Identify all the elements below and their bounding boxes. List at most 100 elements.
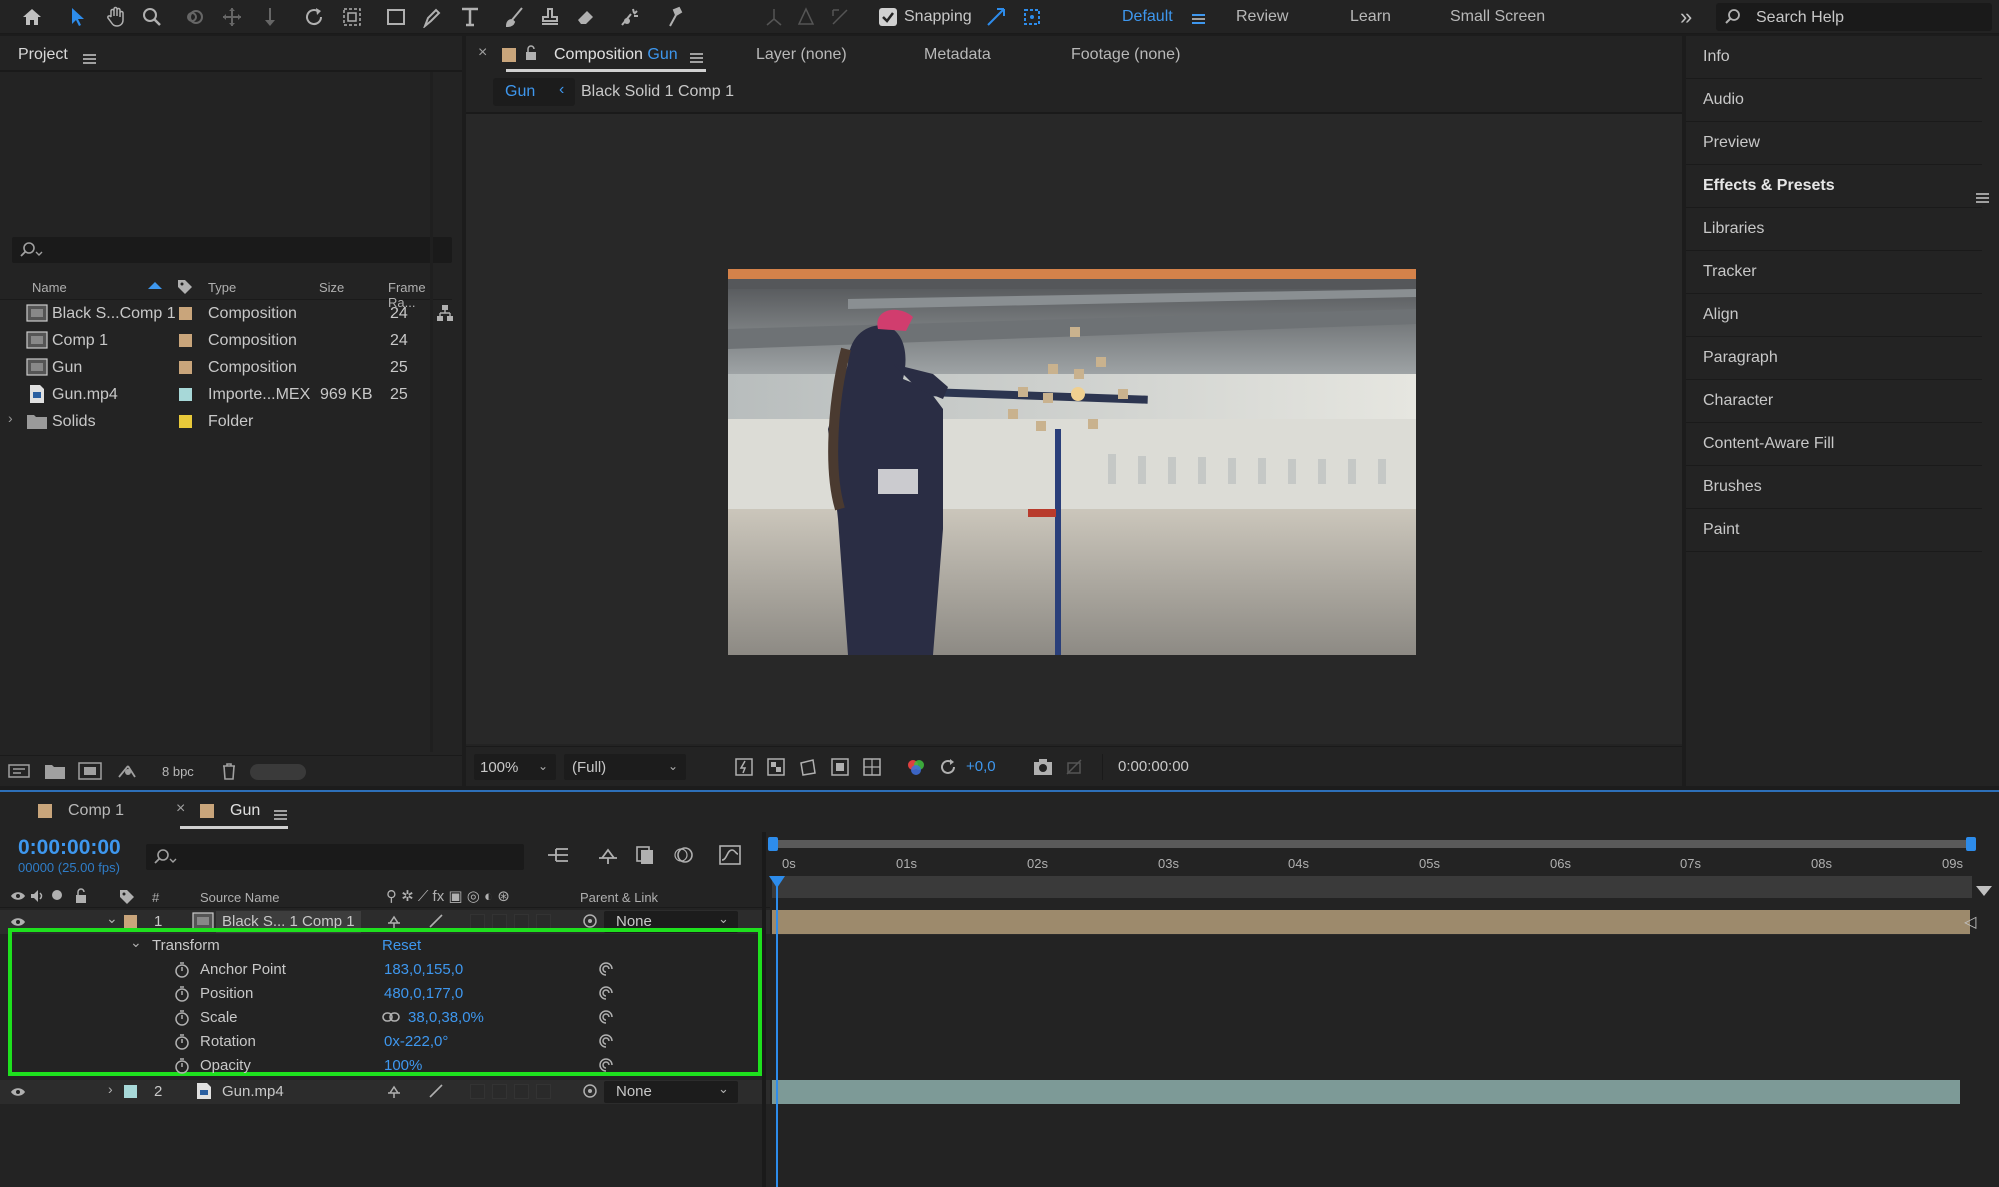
workspace-default[interactable]: Default [1122,8,1173,26]
label-tag-icon[interactable] [118,888,136,906]
property-row[interactable]: Scale 38,0,38,0% [0,1006,770,1030]
position-value[interactable]: 480,0,177,0 [384,985,463,1002]
quality-switch-icon[interactable] [428,913,444,929]
snapping-checkbox[interactable] [879,8,897,26]
rotate-tool-icon[interactable] [300,3,328,31]
timeline-menu-icon[interactable] [274,807,287,825]
tab-metadata[interactable]: Metadata [924,46,991,64]
pick-whip-icon[interactable] [598,985,614,1001]
puppet-tool-icon[interactable] [662,3,690,31]
selection-tool-icon[interactable] [64,3,92,31]
time-navigator[interactable] [772,876,1972,898]
snapshot-camera-icon[interactable] [1032,757,1054,777]
label-swatch[interactable] [124,1085,137,1102]
stopwatch-icon[interactable] [174,961,190,979]
new-composition-icon[interactable] [78,762,102,780]
delete-trash-icon[interactable] [220,762,238,780]
panel-paragraph[interactable]: Paragraph [1686,337,1982,380]
stopwatch-icon[interactable] [174,985,190,1003]
lock-icon[interactable] [524,45,538,61]
label-tag-icon[interactable] [176,278,194,296]
composition-canvas[interactable] [466,114,1682,744]
sort-ascending-icon[interactable] [148,282,162,289]
pick-whip-icon[interactable] [582,1083,598,1099]
property-row[interactable]: Position 480,0,177,0 [0,982,770,1006]
anchor-point-value[interactable]: 183,0,155,0 [384,961,463,978]
exposure-value[interactable]: +0,0 [966,758,996,775]
grid-guides-icon[interactable] [862,757,882,777]
camera-behind-tool-icon[interactable] [338,3,366,31]
label-swatch[interactable] [179,361,192,379]
dolly-tool-icon[interactable] [256,3,284,31]
label-swatch[interactable] [179,334,192,352]
lock-icon[interactable] [74,888,88,904]
transparency-grid-icon[interactable] [766,757,786,777]
property-row[interactable]: Anchor Point 183,0,155,0 [0,958,770,982]
project-item[interactable]: Gun.mp4 Importe...MEX 969 KB 25 [0,381,440,408]
panel-brushes[interactable]: Brushes [1686,466,1982,509]
magnification-dropdown[interactable]: 100% ⌄ [474,754,556,780]
brush-tool-icon[interactable] [500,3,528,31]
panel-paint[interactable]: Paint [1686,509,1982,552]
playhead-line[interactable] [776,878,778,1187]
close-tab-icon[interactable]: × [478,44,487,62]
breadcrumb-gun[interactable]: Gun ‹ [493,78,575,106]
view-axis-icon[interactable] [826,3,854,31]
snap-edges-icon[interactable] [982,3,1010,31]
property-row[interactable]: Rotation 0x-222,0° [0,1030,770,1054]
collapse-chevron-icon[interactable]: ⌄ [130,934,142,951]
axis-tool-icon[interactable] [760,3,788,31]
video-eye-icon[interactable] [10,915,26,929]
workspace-review[interactable]: Review [1236,8,1288,26]
home-icon[interactable] [18,3,46,31]
frame-blending-icon[interactable] [634,844,656,866]
layer-duration-bar[interactable] [772,910,1970,934]
expand-chevron-icon[interactable]: › [108,1081,113,1097]
rotation-value[interactable]: 0x-222,0° [384,1033,448,1050]
more-workspaces-icon[interactable]: » [1680,4,1692,30]
scale-value[interactable]: 38,0,38,0% [408,1009,484,1026]
parent-dropdown[interactable]: None ⌄ [604,1081,738,1103]
shy-layers-icon[interactable] [596,844,620,866]
panel-align[interactable]: Align [1686,294,1982,337]
resolution-dropdown[interactable]: (Full) ⌄ [564,754,686,780]
close-tab-icon[interactable]: × [176,800,185,818]
roto-brush-tool-icon[interactable] [616,3,644,31]
tab-comp-1[interactable]: Comp 1 [68,802,124,820]
opacity-value[interactable]: 100% [384,1057,422,1074]
interpret-footage-icon[interactable] [8,762,30,780]
workspace-menu-icon[interactable] [1192,11,1205,29]
adjust-settings-icon[interactable] [116,762,138,780]
panel-character[interactable]: Character [1686,380,1982,423]
stopwatch-icon[interactable] [174,1033,190,1051]
layer-end-marker-icon[interactable]: ◁ [1964,912,1976,932]
viewer-timecode[interactable]: 0:00:00:00 [1118,758,1189,775]
work-area-start-handle[interactable] [768,837,778,851]
workspace-learn[interactable]: Learn [1350,8,1391,26]
region-of-interest-icon[interactable] [830,757,850,777]
tab-footage[interactable]: Footage (none) [1071,46,1180,64]
rectangle-tool-icon[interactable] [382,3,410,31]
world-axis-icon[interactable] [792,3,820,31]
label-swatch[interactable] [179,307,192,320]
project-item[interactable]: Comp 1 Composition 24 [0,327,440,354]
snap-features-icon[interactable] [1018,3,1046,31]
collapse-chevron-icon[interactable]: ⌄ [106,910,118,927]
reset-button[interactable]: Reset [382,937,421,954]
pick-whip-icon[interactable] [598,1033,614,1049]
panel-libraries[interactable]: Libraries [1686,208,1982,251]
project-item[interactable]: Gun Composition 25 [0,354,440,381]
layer-duration-bar[interactable] [772,1080,1960,1104]
shy-switch-icon[interactable] [386,913,402,929]
pen-tool-icon[interactable] [418,3,446,31]
solo-icon[interactable] [52,890,62,900]
shy-switch-icon[interactable] [386,1083,402,1099]
motion-blur-icon[interactable] [672,844,694,866]
stopwatch-icon[interactable] [174,1009,190,1027]
panel-audio[interactable]: Audio [1686,79,1982,122]
video-eye-icon[interactable] [10,1085,26,1099]
label-swatch[interactable] [179,388,192,406]
video-frame[interactable] [728,269,1416,655]
work-area-end-handle[interactable] [1966,837,1976,851]
panel-effects-presets[interactable]: Effects & Presets [1686,165,1989,208]
